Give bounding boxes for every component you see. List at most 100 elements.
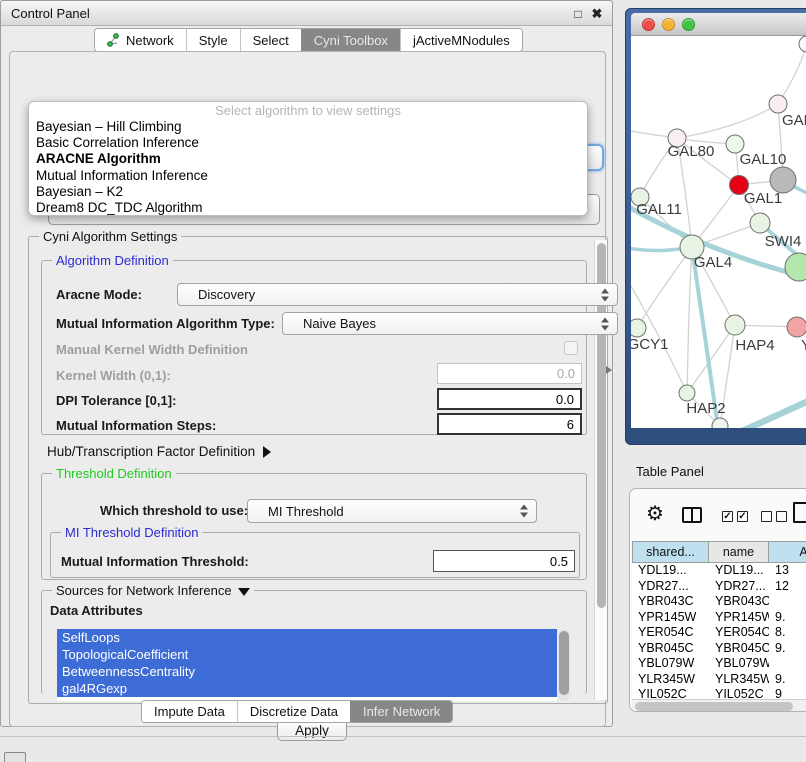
tab-style[interactable]: Style	[186, 29, 240, 51]
table-row[interactable]: YLR345WYLR345W9.	[632, 672, 806, 688]
table-cell[interactable]: YBR045C	[632, 641, 709, 657]
column-header-shared-name[interactable]: shared...	[632, 541, 709, 563]
column-header-next[interactable]: A	[769, 541, 806, 563]
network-node[interactable]	[799, 36, 806, 52]
table-cell[interactable]: YLR345W	[709, 672, 769, 688]
network-node[interactable]	[769, 95, 787, 113]
table-row[interactable]: YBR045CYBR045C9.	[632, 641, 806, 657]
tab-infer-network[interactable]: Infer Network	[350, 701, 452, 722]
algorithm-item[interactable]: Bayesian – Hill Climbing	[29, 119, 587, 135]
network-node[interactable]	[679, 385, 695, 401]
column-header-name[interactable]: name	[709, 541, 769, 563]
network-edge[interactable]	[778, 44, 806, 104]
checked-checkbox-icon[interactable]: ✓	[737, 511, 748, 522]
network-node[interactable]	[787, 317, 806, 337]
table-cell[interactable]: 8.	[769, 625, 806, 641]
tab-jactivemnodules[interactable]: jActiveMNodules	[400, 29, 522, 51]
table-cell[interactable]: 12	[769, 579, 806, 595]
tab-discretize-data[interactable]: Discretize Data	[237, 701, 350, 722]
network-edge[interactable]	[731, 396, 806, 428]
table-cell[interactable]: YDR27...	[632, 579, 709, 595]
attribute-item-selected[interactable]: SelfLoops	[57, 629, 557, 646]
algorithm-item[interactable]: Basic Correlation Inference	[29, 135, 587, 151]
table-cell[interactable]	[769, 594, 806, 610]
table-cell[interactable]: YLR345W	[632, 672, 709, 688]
document-icon[interactable]	[793, 502, 806, 523]
table-row[interactable]: YDL19...YDL19...13	[632, 563, 806, 579]
splitter-arrow-icon[interactable]	[606, 366, 612, 374]
aracne-mode-combobox[interactable]: Discovery	[177, 283, 618, 306]
minimized-panel-button[interactable]	[4, 752, 26, 762]
table-cell[interactable]: YBL079W	[709, 656, 769, 672]
algorithm-item[interactable]: Bayesian – K2	[29, 184, 587, 200]
table-cell[interactable]	[769, 656, 806, 672]
table-cell[interactable]: 9.	[769, 610, 806, 626]
settings-vertical-scrollbar[interactable]	[594, 240, 607, 700]
scrollbar-thumb[interactable]	[559, 631, 569, 695]
manual-kernel-width-checkbox[interactable]	[564, 341, 578, 355]
attributes-list-scrollbar[interactable]	[558, 629, 570, 701]
table-cell[interactable]: YIL052C	[709, 687, 769, 699]
unchecked-checkbox-icon[interactable]	[761, 511, 772, 522]
tab-impute-data[interactable]: Impute Data	[142, 701, 237, 722]
tab-cyni-toolbox[interactable]: Cyni Toolbox	[301, 29, 400, 51]
mi-threshold-field[interactable]: 0.5	[433, 550, 575, 572]
table-row[interactable]: YPR145WYPR145W9.	[632, 610, 806, 626]
table-cell[interactable]: YER054C	[709, 625, 769, 641]
which-threshold-combobox[interactable]: MI Threshold	[247, 499, 537, 523]
network-node[interactable]	[631, 319, 646, 337]
table-row[interactable]: YBR043CYBR043C	[632, 594, 806, 610]
table-cell[interactable]: 13	[769, 563, 806, 579]
network-edge[interactable]	[637, 247, 692, 328]
network-edge[interactable]	[687, 247, 692, 393]
unchecked-checkbox-icon[interactable]	[776, 511, 787, 522]
hub-definition-expander[interactable]: Hub/Transcription Factor Definition	[47, 444, 271, 459]
table-row[interactable]: YER054CYER054C8.	[632, 625, 806, 641]
tab-network[interactable]: Network	[95, 29, 186, 51]
algorithm-item-selected[interactable]: ARACNE Algorithm	[29, 151, 587, 167]
table-cell[interactable]: 9.	[769, 641, 806, 657]
table-cell[interactable]: YPR145W	[632, 610, 709, 626]
table-row[interactable]: YIL052CYIL052C9	[632, 687, 806, 699]
table-cell[interactable]: 9	[769, 687, 806, 699]
float-window-icon[interactable]: □	[570, 6, 586, 22]
scrollbar-thumb[interactable]	[635, 702, 793, 711]
table-cell[interactable]: 9.	[769, 672, 806, 688]
attribute-item-selected[interactable]: TopologicalCoefficient	[57, 646, 557, 663]
attribute-item-selected[interactable]: BetweennessCentrality	[57, 663, 557, 680]
gear-icon[interactable]: ⚙	[646, 503, 664, 525]
table-cell[interactable]: YER054C	[632, 625, 709, 641]
table-horizontal-scrollbar[interactable]	[632, 699, 806, 711]
minimize-traffic-light-icon[interactable]	[662, 18, 675, 31]
network-node[interactable]	[750, 213, 770, 233]
table-cell[interactable]: YDL19...	[709, 563, 769, 579]
kernel-width-field[interactable]: 0.0	[437, 363, 582, 384]
table-cell[interactable]: YDR27...	[709, 579, 769, 595]
table-cell[interactable]: YBR045C	[709, 641, 769, 657]
zoom-traffic-light-icon[interactable]	[682, 18, 695, 31]
table-cell[interactable]: YBR043C	[632, 594, 709, 610]
tab-select[interactable]: Select	[240, 29, 301, 51]
checked-checkbox-icon[interactable]: ✓	[722, 511, 733, 522]
dpi-tolerance-field[interactable]: 0.0	[437, 388, 582, 410]
table-cell[interactable]: YIL052C	[632, 687, 709, 699]
network-node[interactable]	[725, 315, 745, 335]
algorithm-item[interactable]: Mutual Information Inference	[29, 168, 587, 184]
table-cell[interactable]: YBL079W	[632, 656, 709, 672]
mi-steps-field[interactable]: 6	[437, 413, 582, 435]
table-cell[interactable]: YPR145W	[709, 610, 769, 626]
mi-algorithm-type-combobox[interactable]: Naive Bayes	[282, 312, 618, 335]
table-cell[interactable]: YDL19...	[632, 563, 709, 579]
column-view-icon[interactable]	[682, 507, 702, 523]
close-traffic-light-icon[interactable]	[642, 18, 655, 31]
algorithm-item[interactable]: Dream8 DC_TDC Algorithm	[29, 200, 587, 216]
network-node[interactable]	[785, 253, 806, 281]
table-cell[interactable]: YBR043C	[709, 594, 769, 610]
table-row[interactable]: YDR27...YDR27...12	[632, 579, 806, 595]
table-row[interactable]: YBL079WYBL079W	[632, 656, 806, 672]
network-window-titlebar[interactable]	[631, 13, 806, 36]
network-edge[interactable]	[677, 104, 778, 138]
algorithm-placeholder-item[interactable]: Select algorithm to view settings	[29, 103, 587, 119]
network-canvas[interactable]: GALGAL80GAL10GAL1GAL11SWI4GAL4GCY1HAP4YH…	[631, 36, 806, 428]
attribute-item-selected[interactable]: gal4RGexp	[57, 680, 557, 697]
